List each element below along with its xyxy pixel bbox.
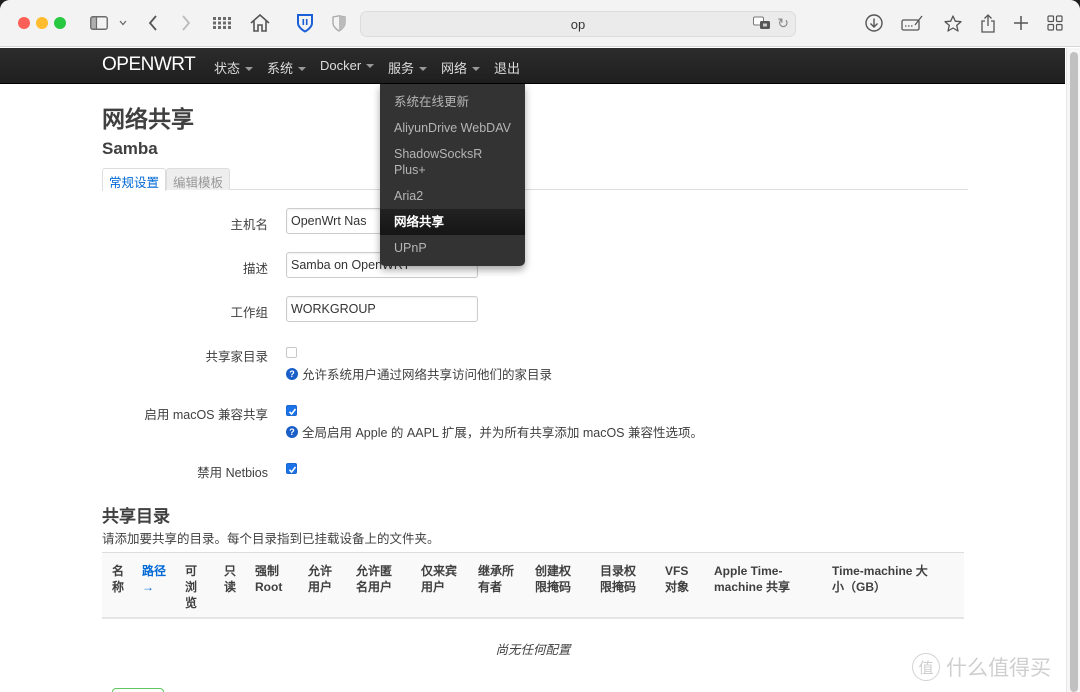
column-header-timemachine-size[interactable]: Time-machine 大小（GB）: [832, 563, 928, 595]
services-dropdown-menu: 系统在线更新 AliyunDrive WebDAV ShadowSocksR P…: [380, 84, 525, 266]
caret-down-icon: [366, 64, 375, 68]
share-home-help: ? 允许系统用户通过网络共享访问他们的家目录: [286, 364, 552, 383]
column-header-guest-only[interactable]: 仅来宾 用户: [421, 563, 457, 595]
back-icon[interactable]: [145, 11, 161, 35]
plus-icon[interactable]: [1011, 11, 1031, 35]
workgroup-label: 工作组: [230, 306, 268, 320]
menu-item-network-share[interactable]: 网络共享: [380, 209, 525, 235]
shares-title: 共享目录: [102, 507, 170, 526]
caret-down-icon: [419, 67, 428, 71]
menu-item-shadowsocksr[interactable]: ShadowSocksR Plus+: [380, 141, 525, 183]
settings-tabs: 常规设置 编辑模板: [102, 168, 968, 191]
column-header-allowed-users[interactable]: 允许 用户: [308, 563, 332, 595]
macos-label: 启用 macOS 兼容共享: [144, 408, 268, 422]
notes-icon[interactable]: [900, 11, 924, 35]
help-icon: ?: [286, 367, 298, 380]
menu-item-aliyundrive-webdav[interactable]: AliyunDrive WebDAV: [380, 115, 525, 141]
sidebar-icon[interactable]: [88, 11, 110, 35]
tab-edit-template[interactable]: 编辑模板: [166, 168, 231, 190]
zoom-window-button[interactable]: [54, 17, 66, 29]
nav-item-network[interactable]: 网络: [441, 58, 481, 77]
page-title: 网络共享: [102, 106, 194, 132]
brand-logo[interactable]: OPENWRT: [102, 54, 196, 76]
column-header-create-mask[interactable]: 创建权 限掩码: [535, 563, 571, 595]
column-header-readonly[interactable]: 只读: [224, 563, 236, 595]
workgroup-input[interactable]: WORKGROUP: [286, 296, 478, 322]
caret-down-icon: [245, 67, 254, 71]
menu-item-aria2[interactable]: Aria2: [380, 183, 525, 209]
checkmark-icon: [288, 408, 297, 416]
share-home-checkbox[interactable]: [286, 347, 297, 358]
column-header-force-root[interactable]: 强制 Root: [255, 563, 282, 595]
nav-item-label: 网络: [441, 61, 468, 76]
macos-help: ? 全局启用 Apple 的 AAPL 扩展，并为所有共享添加 macOS 兼容…: [286, 422, 703, 441]
column-header-guest-ok[interactable]: 允许匿 名用户: [356, 563, 392, 595]
watermark: 值 什么值得买: [912, 652, 1051, 682]
nav-item-label: 状态: [214, 61, 241, 76]
netbios-checkbox[interactable]: [286, 463, 297, 474]
reload-icon[interactable]: ↻: [777, 15, 789, 32]
column-header-dir-mask[interactable]: 目录权 限掩码: [600, 563, 636, 595]
url-text: op: [570, 17, 586, 32]
add-share-button[interactable]: [112, 688, 164, 692]
page-scrollbar[interactable]: [1066, 48, 1080, 692]
hostname-label: 主机名: [230, 218, 268, 232]
checkmark-icon: [288, 466, 297, 474]
browser-window: op ↻ OPENWRT 状态 系统 Docker 服务 网络 退出 系统在线更…: [0, 0, 1080, 692]
close-window-button[interactable]: [18, 17, 30, 29]
caret-down-icon: [472, 67, 481, 71]
column-header-vfs-objects[interactable]: VFS 对象: [665, 563, 689, 595]
nav-item-system[interactable]: 系统: [267, 58, 307, 77]
forward-icon[interactable]: [178, 11, 194, 35]
nav-item-services[interactable]: 服务: [388, 58, 428, 77]
column-header-timemachine[interactable]: Apple Time-machine 共享: [714, 563, 790, 595]
caret-down-icon: [298, 67, 307, 71]
help-text: 允许系统用户通过网络共享访问他们的家目录: [302, 368, 553, 382]
help-icon: ?: [286, 425, 298, 438]
nav-item-docker[interactable]: Docker: [320, 58, 375, 73]
nav-item-logout[interactable]: 退出: [494, 58, 520, 77]
column-header-name[interactable]: 名称: [112, 563, 124, 595]
section-title: Samba: [102, 139, 158, 158]
nav-item-label: 退出: [494, 61, 521, 76]
browser-toolbar: op ↻: [0, 0, 1080, 47]
nav-item-label: Docker: [320, 58, 362, 73]
download-icon[interactable]: [864, 11, 884, 35]
nav-item-label: 服务: [388, 61, 415, 76]
watermark-text: 什么值得买: [946, 657, 1051, 680]
openwrt-navbar: OPENWRT 状态 系统 Docker 服务 网络 退出: [0, 48, 1065, 84]
menu-item-upnp[interactable]: UPnP: [380, 235, 525, 261]
column-header-browseable[interactable]: 可浏览: [185, 563, 197, 611]
address-bar[interactable]: op ↻: [360, 11, 796, 37]
column-header-path[interactable]: 路径 →: [142, 563, 166, 595]
menu-item-online-update[interactable]: 系统在线更新: [380, 89, 525, 115]
sort-arrow-icon: →: [142, 580, 154, 594]
nav-item-label: 系统: [267, 61, 294, 76]
scrollbar-thumb[interactable]: [1070, 52, 1078, 692]
watermark-logo-icon: 值: [912, 653, 940, 681]
privacy-shield-icon[interactable]: [330, 11, 348, 35]
empty-table-message: 尚无任何配置: [495, 643, 571, 657]
share-icon[interactable]: [978, 11, 998, 35]
help-text: 全局启用 Apple 的 AAPL 扩展，并为所有共享添加 macOS 兼容性选…: [302, 426, 703, 440]
home-icon[interactable]: [249, 11, 271, 35]
minimize-window-button[interactable]: [36, 17, 48, 29]
column-header-inherit-owner[interactable]: 继承所 有者: [478, 563, 514, 595]
bitwarden-shield-icon[interactable]: [295, 11, 315, 35]
chevron-down-icon[interactable]: [116, 11, 130, 35]
tab-overview-icon[interactable]: [1045, 11, 1065, 35]
description-label: 描述: [242, 262, 268, 276]
translate-icon[interactable]: [753, 16, 771, 32]
tab-general-settings[interactable]: 常规设置: [102, 168, 167, 191]
nav-item-status[interactable]: 状态: [214, 58, 254, 77]
netbios-label: 禁用 Netbios: [197, 466, 268, 480]
shares-description: 请添加要共享的目录。每个目录指到已挂载设备上的文件夹。: [102, 532, 440, 546]
shares-table-header: 名称 路径 → 可浏览 只读 强制 Root 允许 用户 允许匿 名用户 仅来宾 用户 继…: [102, 552, 964, 619]
macos-checkbox[interactable]: [286, 405, 297, 416]
share-home-label: 共享家目录: [205, 350, 268, 364]
star-icon[interactable]: [942, 11, 964, 35]
grid-icon[interactable]: [212, 11, 232, 35]
